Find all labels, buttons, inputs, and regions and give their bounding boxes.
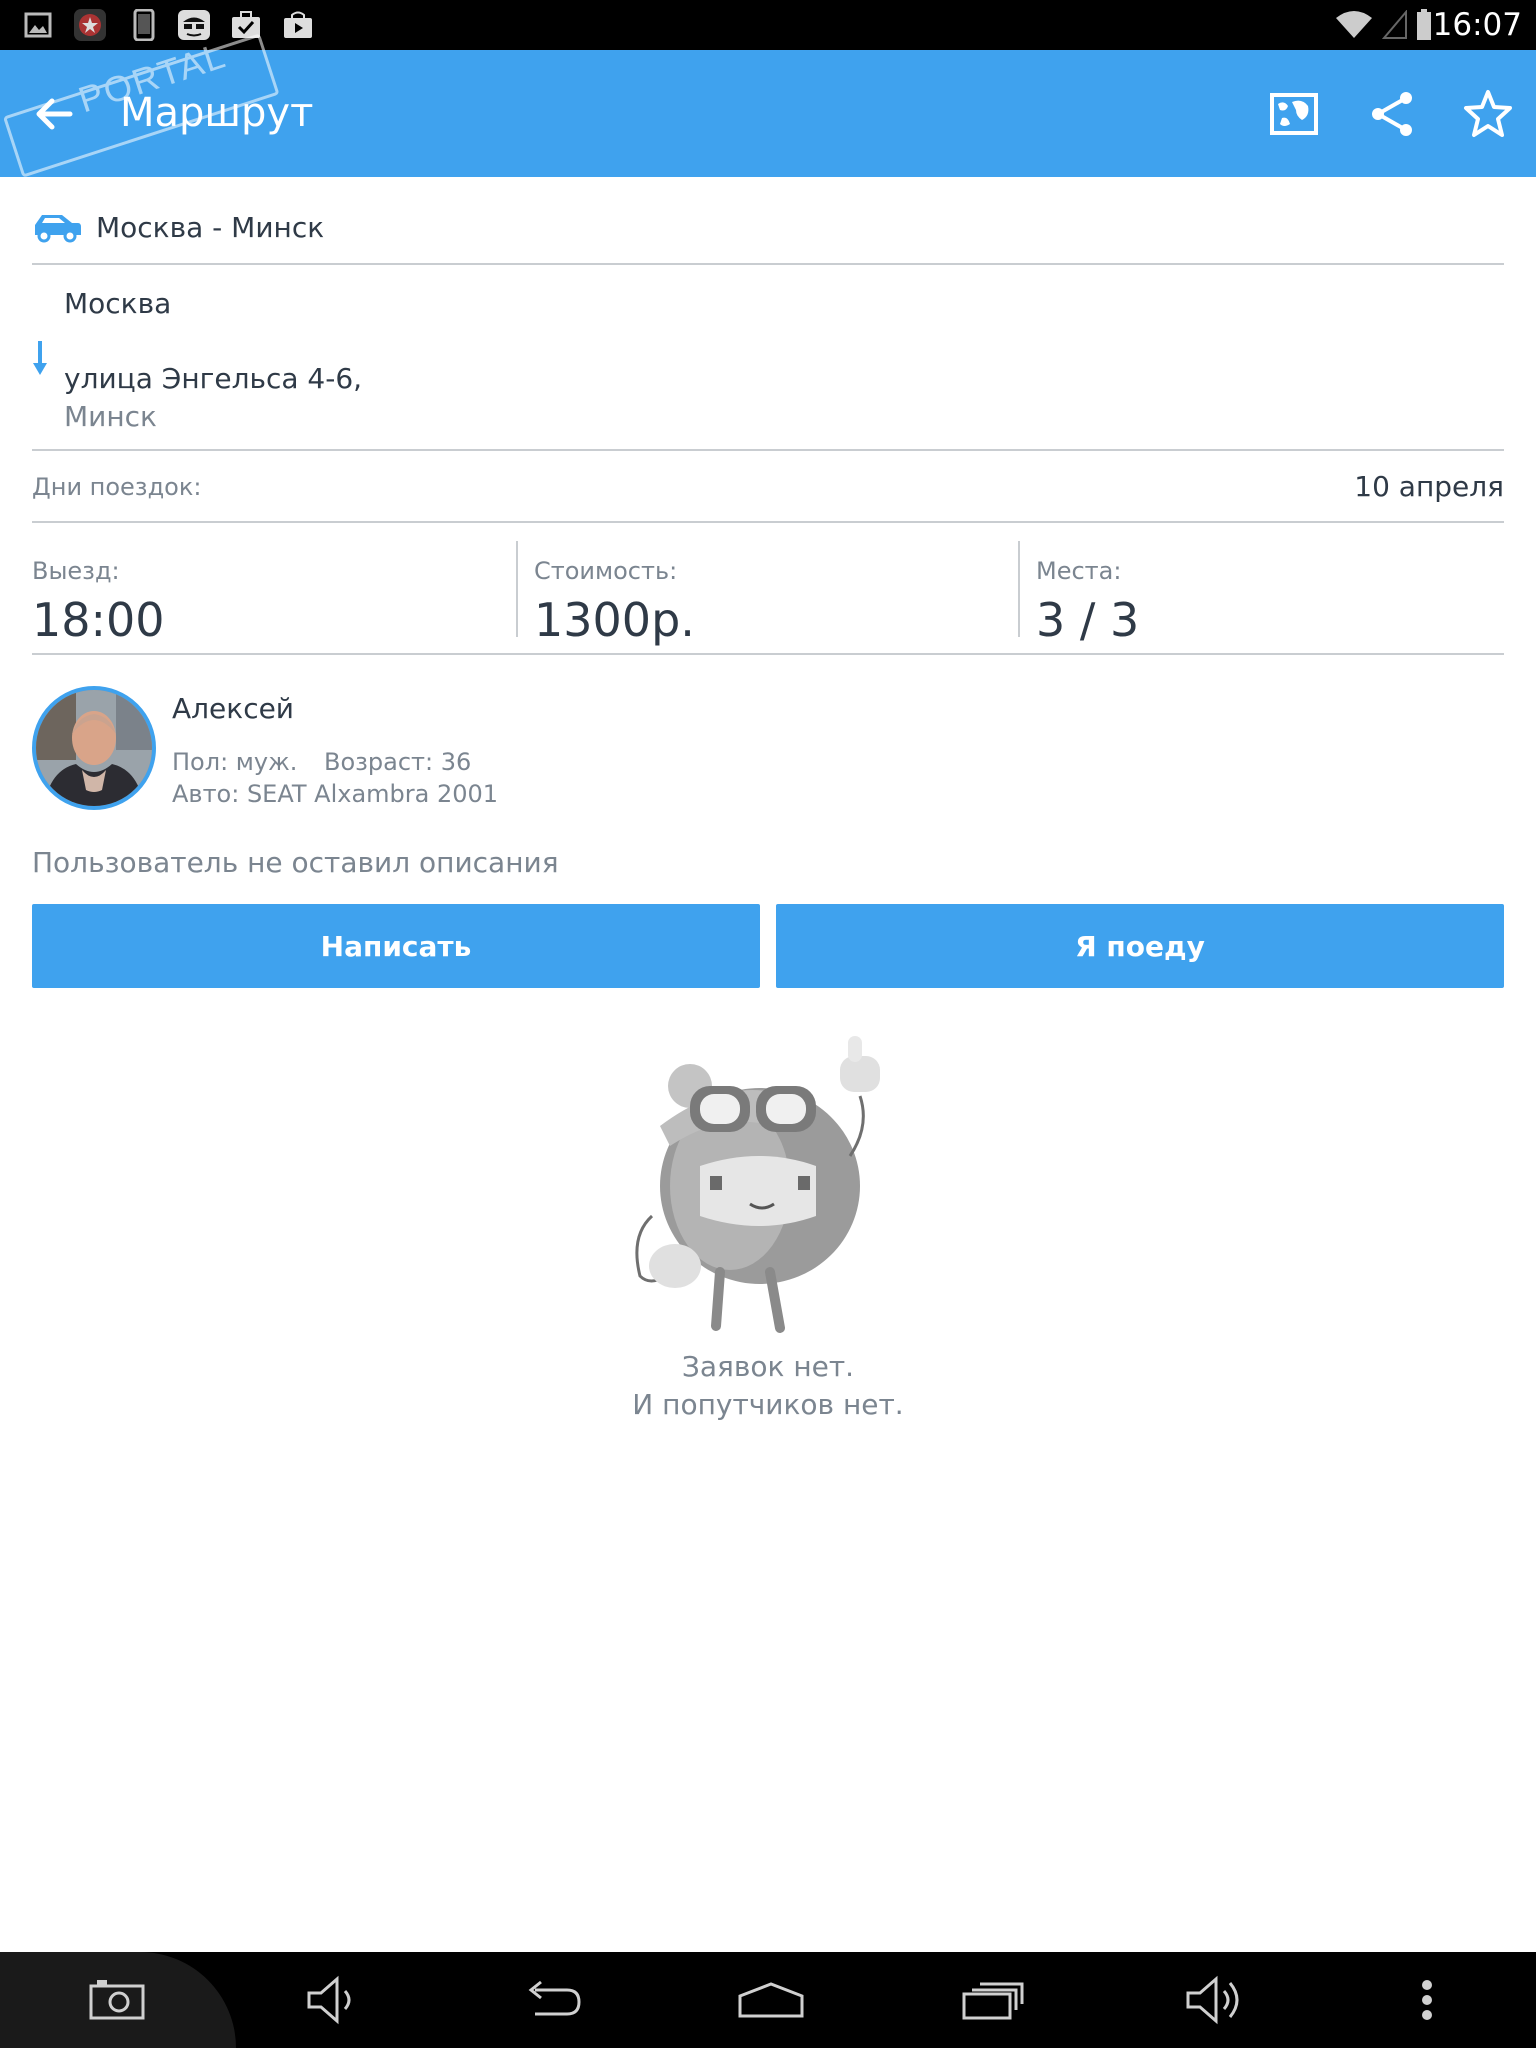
arrow-left-icon[interactable]: [26, 86, 82, 142]
system-nav-bar: [0, 1952, 1536, 2048]
shopping-bag-icon: [278, 0, 318, 50]
seats-value: 3 / 3: [1036, 593, 1140, 647]
origin-city: Москва: [64, 287, 172, 320]
route-stops: Москва улица Энгельса 4-6, Минск: [32, 267, 1504, 451]
map-icon[interactable]: [1266, 86, 1322, 142]
spy-icon: [174, 0, 214, 50]
seats-stat: Места: 3 / 3: [1036, 541, 1516, 647]
divider: [516, 541, 518, 637]
volume-down-icon[interactable]: [298, 1970, 368, 2030]
volume-up-icon[interactable]: [1180, 1970, 1250, 2030]
status-bar: 16:07: [0, 0, 1536, 50]
empty-state-line-1: Заявок нет.: [681, 1350, 855, 1383]
trip-stats: Выезд: 18:00 Стоимость: 1300р. Места: 3 …: [32, 525, 1504, 655]
gallery-icon: [18, 0, 58, 50]
overflow-menu-icon[interactable]: [1392, 1970, 1462, 2030]
driver-car: Авто: SEAT Alxambra 2001: [172, 780, 499, 808]
home-icon[interactable]: [736, 1970, 806, 2030]
route-title: Москва - Минск: [96, 211, 325, 244]
route-header: Москва - Минск: [32, 195, 1504, 265]
phone-icon: [126, 0, 162, 50]
price-label: Стоимость:: [534, 557, 678, 585]
car-icon: [32, 209, 82, 243]
trip-days-value: 10 апреля: [1354, 470, 1504, 503]
divider: [1018, 541, 1020, 637]
price-stat: Стоимость: 1300р.: [534, 541, 1014, 647]
trip-days-label: Дни поездок:: [32, 473, 202, 501]
departure-value: 18:00: [32, 593, 165, 647]
driver-description: Пользователь не оставил описания: [32, 846, 559, 879]
driver-card[interactable]: Алексей Пол: муж. Возраст: 36 Авто: SEAT…: [32, 686, 1504, 816]
arrow-down-icon: [32, 341, 48, 377]
destination-city: Минск: [64, 400, 157, 433]
wifi-icon: [1332, 0, 1376, 50]
driver-name: Алексей: [172, 692, 295, 725]
share-icon[interactable]: [1364, 86, 1420, 142]
app-badge-icon: [70, 0, 110, 50]
app-bar: Маршрут: [0, 50, 1536, 177]
destination-address: улица Энгельса 4-6,: [64, 362, 363, 395]
departure-label: Выезд:: [32, 557, 120, 585]
join-trip-button[interactable]: Я поеду: [776, 904, 1504, 988]
departure-stat: Выезд: 18:00: [32, 541, 512, 647]
driver-age: Возраст: 36: [324, 748, 472, 776]
price-value: 1300р.: [534, 593, 695, 647]
signal-icon: [1380, 0, 1410, 50]
back-icon[interactable]: [518, 1970, 588, 2030]
trip-days-row: Дни поездок: 10 апреля: [32, 453, 1504, 523]
recents-icon[interactable]: [958, 1970, 1028, 2030]
star-icon[interactable]: [1460, 86, 1516, 142]
write-message-button[interactable]: Написать: [32, 904, 760, 988]
page-title: Маршрут: [120, 90, 314, 136]
seats-label: Места:: [1036, 557, 1122, 585]
clock: 16:07: [1432, 7, 1522, 43]
driver-gender: Пол: муж.: [172, 748, 298, 776]
empty-state-line-2: И попутчиков нет.: [632, 1388, 904, 1421]
briefcase-check-icon: [226, 0, 266, 50]
screenshot-icon[interactable]: [82, 1970, 152, 2030]
mascot-illustration: [620, 1036, 920, 1336]
avatar[interactable]: [32, 686, 156, 810]
